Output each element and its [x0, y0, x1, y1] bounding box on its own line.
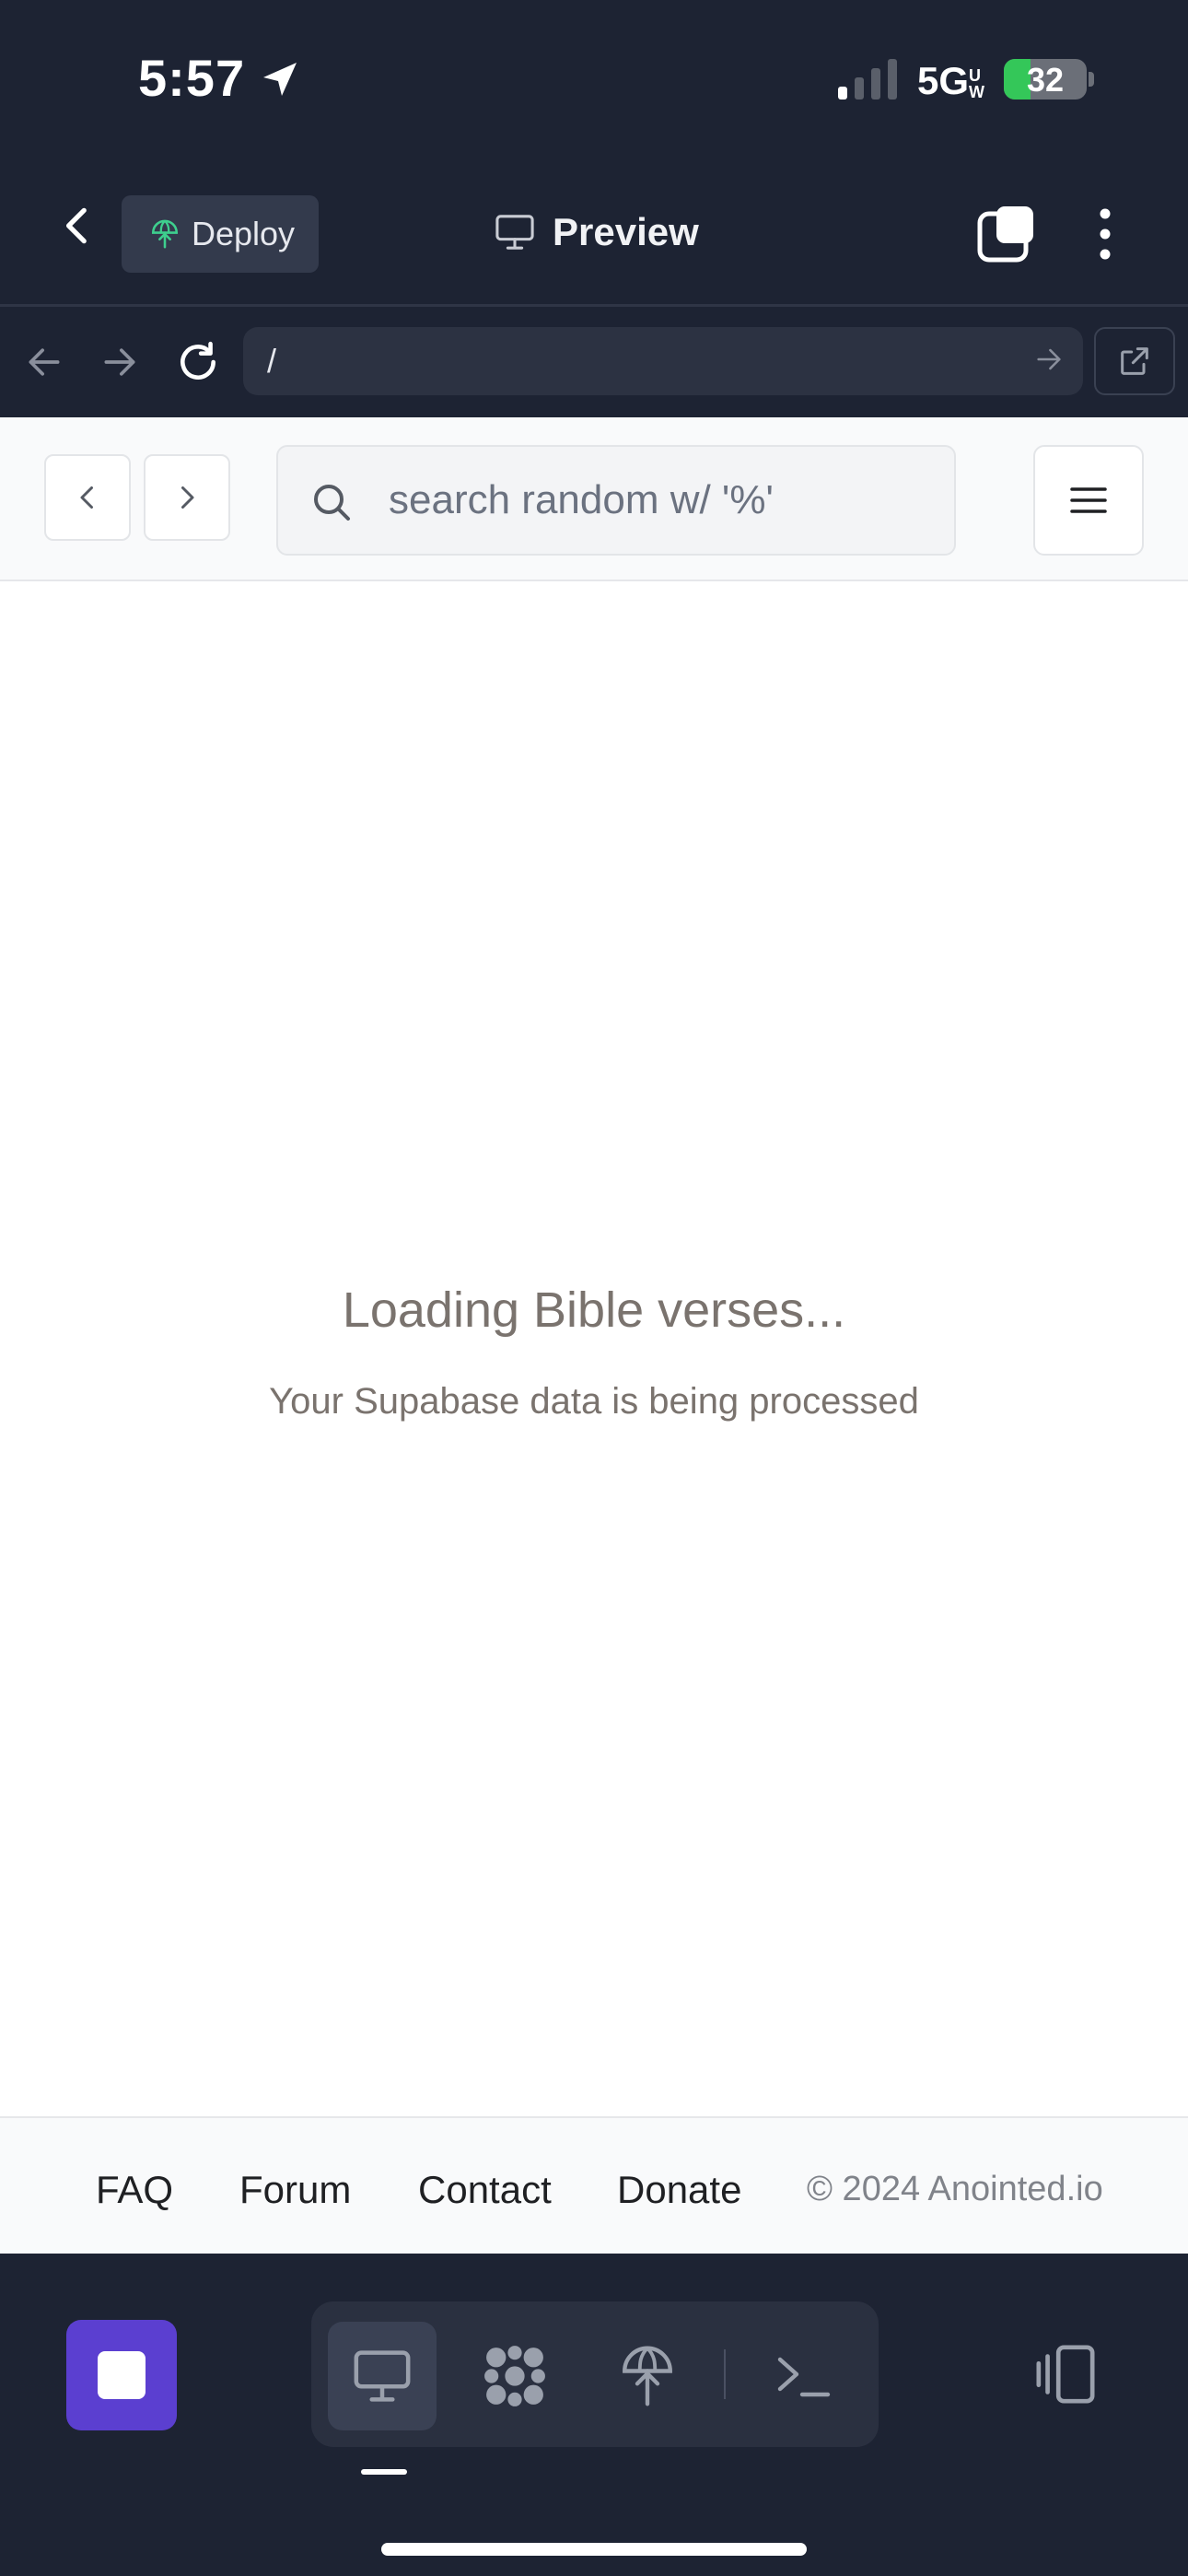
hamburger-icon	[1070, 487, 1107, 513]
reload-icon[interactable]	[175, 339, 221, 385]
url-input[interactable]: /	[243, 327, 1083, 395]
stop-button[interactable]	[66, 2320, 177, 2430]
menu-button[interactable]	[1033, 445, 1144, 556]
url-text: /	[267, 342, 277, 380]
active-mode-indicator	[361, 2469, 407, 2475]
network-label: 5GUW	[917, 59, 989, 103]
footer-link-forum[interactable]: Forum	[239, 2168, 351, 2212]
globe-pin-icon	[623, 2346, 672, 2406]
deploy-label: Deploy	[192, 215, 296, 252]
mode-deploy-button[interactable]	[593, 2322, 702, 2430]
footer-link-donate[interactable]: Donate	[617, 2168, 741, 2212]
more-vertical-icon[interactable]	[1087, 206, 1124, 262]
web-page: Loading Bible verses... Your Supabase da…	[0, 417, 1188, 2254]
location-arrow-icon	[263, 63, 297, 96]
search-icon	[314, 485, 350, 521]
mode-preview-button[interactable]	[328, 2322, 437, 2430]
tabs-icon[interactable]	[976, 203, 1037, 263]
globe-pin-icon	[151, 219, 179, 249]
mode-terminal-button[interactable]	[750, 2322, 858, 2430]
open-external-button[interactable]	[1094, 327, 1175, 395]
mode-plugins-button[interactable]	[460, 2322, 569, 2430]
signal-strength-icon	[838, 59, 897, 100]
terminal-icon	[777, 2357, 831, 2397]
network-type: 5G	[917, 59, 970, 102]
status-bar: 5:57 5GUW 32	[0, 0, 1188, 157]
arrow-left-icon[interactable]	[24, 342, 64, 382]
cluster-icon	[484, 2346, 545, 2406]
split-view-icon[interactable]	[1033, 2342, 1098, 2406]
footer-copyright: © 2024 Anointed.io	[807, 2170, 1103, 2208]
network-suffix: UW	[969, 65, 985, 101]
loading-subtitle: Your Supabase data is being processed	[269, 1381, 919, 1422]
battery-level: 32	[1026, 61, 1065, 99]
search-input[interactable]	[389, 447, 941, 554]
bottom-toolbar	[0, 2254, 1188, 2576]
mode-separator	[724, 2349, 726, 2399]
go-arrow-icon[interactable]	[1033, 344, 1065, 375]
preview-label: Preview	[553, 210, 699, 253]
status-time: 5:57	[138, 49, 246, 107]
chevron-right-icon	[181, 486, 194, 509]
search-box[interactable]	[276, 445, 956, 556]
deploy-button[interactable]: Deploy	[122, 195, 319, 273]
page-toolbar	[0, 417, 1188, 581]
arrow-right-icon[interactable]	[99, 342, 140, 382]
monitor-icon	[495, 215, 534, 250]
stop-icon	[98, 2351, 146, 2399]
monitor-icon	[354, 2350, 411, 2402]
app-header: Deploy Preview	[0, 175, 1188, 304]
battery-tip	[1089, 72, 1094, 87]
chevron-left-icon[interactable]	[55, 203, 101, 249]
chevron-left-icon	[80, 486, 93, 509]
previous-button[interactable]	[44, 454, 131, 541]
mode-switcher	[311, 2301, 879, 2447]
battery-indicator: 32	[1004, 59, 1087, 100]
footer-link-faq[interactable]: FAQ	[96, 2168, 173, 2212]
page-footer: FAQ Forum Contact Donate © 2024 Anointed…	[0, 2116, 1188, 2254]
home-indicator	[381, 2543, 807, 2556]
preview-title[interactable]: Preview	[494, 210, 699, 254]
footer-link-contact[interactable]: Contact	[418, 2168, 552, 2212]
external-link-icon	[1121, 347, 1148, 375]
loading-title: Loading Bible verses...	[342, 1282, 846, 1338]
next-button[interactable]	[144, 454, 230, 541]
url-toolbar: /	[0, 307, 1188, 417]
